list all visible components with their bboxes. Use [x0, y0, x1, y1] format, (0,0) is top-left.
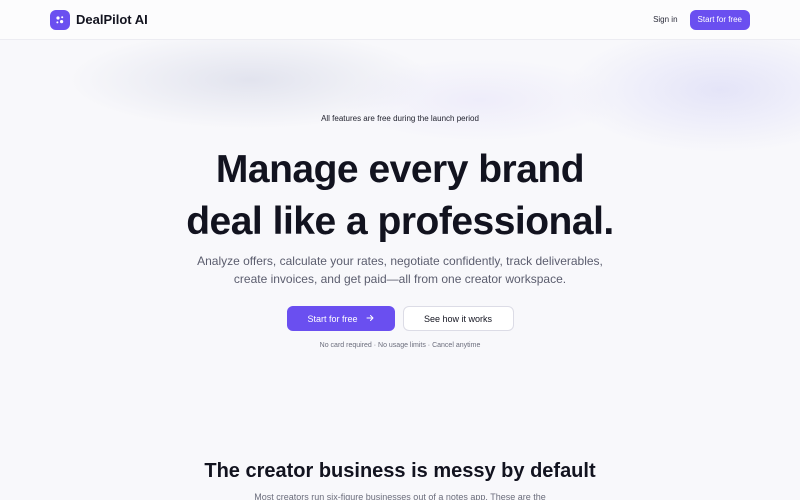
headline-line-1: Manage every brand	[215, 148, 585, 191]
see-how-label: See how it works	[423, 313, 493, 324]
nav-start-free-button[interactable]: Start for free	[689, 9, 750, 30]
hero-subtext: Analyze offers, calculate your rates, ne…	[0, 252, 800, 288]
section-title: The creator business is messy by default	[204, 460, 596, 482]
top-navbar: DealPilot AI Sign in Start for free	[0, 0, 800, 40]
subtext-line-1: Analyze offers, calculate your rates, ne…	[197, 254, 603, 268]
nav-actions: Sign in Start for free	[653, 9, 750, 30]
launch-announcement: All features are free during the launch …	[321, 114, 479, 123]
see-how-it-works-button[interactable]: See how it works	[402, 306, 514, 331]
sparkles-icon	[50, 9, 70, 30]
reassurance-text: No card required · No usage limits · Can…	[319, 342, 481, 349]
brand-name: DealPilot AI	[76, 12, 148, 27]
start-free-button[interactable]: Start for free	[286, 306, 395, 331]
headline-line-2: deal like a professional.	[186, 200, 614, 243]
brand[interactable]: DealPilot AI	[50, 9, 148, 30]
hero-headline: Manage every brand deal like a professio…	[0, 144, 800, 248]
arrow-right-icon	[366, 314, 374, 324]
start-free-label: Start for free	[307, 313, 358, 324]
cta-row: Start for free See how it works	[0, 306, 800, 331]
sign-in-link[interactable]: Sign in	[653, 15, 677, 24]
subtext-line-2: create invoices, and get paid—all from o…	[233, 272, 567, 286]
section-subtitle: Most creators run six-figure businesses …	[254, 492, 546, 500]
